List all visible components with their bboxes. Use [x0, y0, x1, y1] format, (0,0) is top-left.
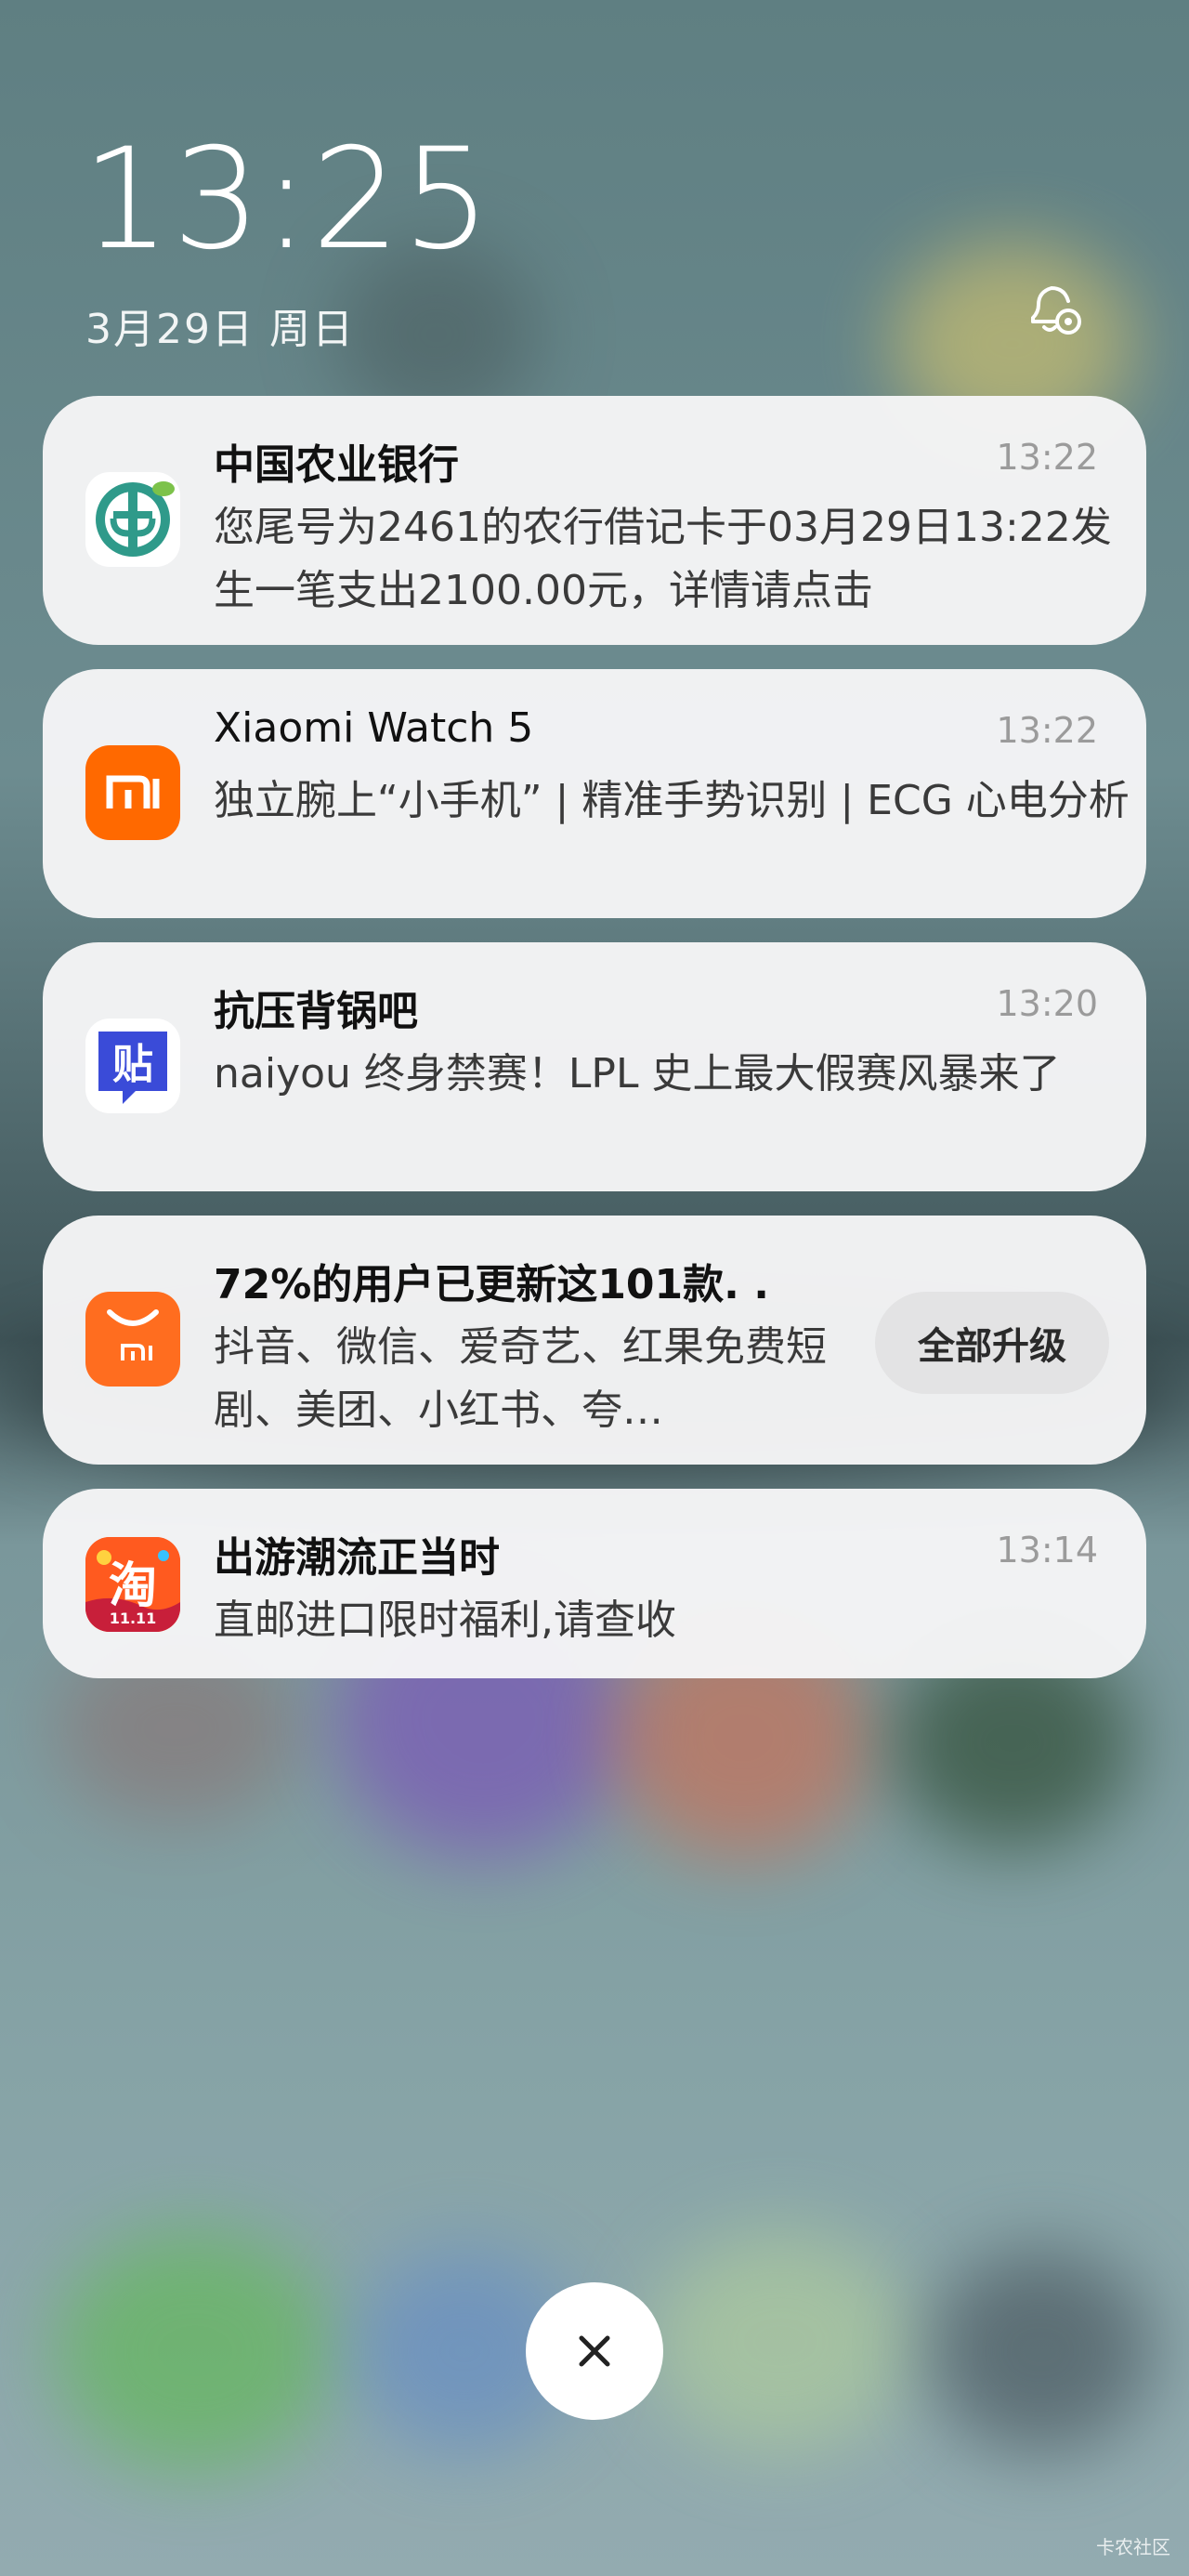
clock-date: 3月29日 周日: [85, 306, 355, 353]
taobao-icon-caption: 11.11: [109, 1610, 157, 1627]
clear-notifications-button[interactable]: [526, 2282, 663, 2420]
notification-card-tieba[interactable]: 贴 抗压背锅吧 13:20 naiyou 终身禁赛！LPL 史上最大假赛风暴来了: [43, 942, 1146, 1191]
notification-card-xiaomi-watch[interactable]: Xiaomi Watch 5 13:22 独立腕上“小手机” | 精准手势识别 …: [43, 669, 1146, 918]
notification-time: 13:14: [996, 1530, 1098, 1571]
notification-title: 出游潮流正当时: [214, 1534, 500, 1582]
notification-body: 独立腕上“小手机” | 精准手势识别 | ECG 心电分析: [214, 777, 1130, 824]
notification-time: 13:22: [996, 710, 1098, 751]
upgrade-all-button[interactable]: 全部升级: [875, 1292, 1109, 1394]
notification-title: 抗压背锅吧: [214, 988, 418, 1035]
notification-title: Xiaomi Watch 5: [214, 704, 534, 752]
watermark: 卡农社区: [1096, 2536, 1170, 2558]
notification-title: 中国农业银行: [214, 441, 459, 489]
notification-card-taobao[interactable]: 淘 11.11 出游潮流正当时 13:14 直邮进口限时福利,请查收: [43, 1489, 1146, 1678]
svg-text:贴: 贴: [112, 1041, 153, 1088]
notification-card-abc[interactable]: 中国农业银行 13:22 您尾号为2461的农行借记卡于03月29日13:22发…: [43, 396, 1146, 645]
notification-body: 抖音、微信、爱奇艺、红果免费短剧、美团、小红书、夸…: [214, 1323, 827, 1434]
notification-body: 直邮进口限时福利,请查收: [214, 1597, 676, 1644]
close-icon: [579, 2335, 610, 2367]
notification-card-app-store[interactable]: 72%的用户已更新这101款. . 抖音、微信、爱奇艺、红果免费短剧、美团、小红…: [43, 1216, 1146, 1465]
bell-settings-icon[interactable]: [1022, 275, 1089, 342]
clock-time: 13:25: [82, 119, 493, 281]
notification-body: naiyou 终身禁赛！LPL 史上最大假赛风暴来了: [214, 1050, 1061, 1097]
mi-icon: [85, 745, 180, 840]
notification-time: 13:20: [996, 983, 1098, 1024]
abc-bank-icon: [85, 472, 180, 567]
taobao-icon: 淘 11.11: [85, 1537, 180, 1632]
taobao-icon-char: 淘: [108, 1558, 157, 1614]
mi-store-icon: [85, 1292, 180, 1387]
notification-body: 您尾号为2461的农行借记卡于03月29日13:22发生一笔支出2100.00元…: [214, 504, 1112, 614]
tieba-icon: 贴: [85, 1019, 180, 1113]
notification-title: 72%的用户已更新这101款. .: [214, 1261, 769, 1308]
notification-time: 13:22: [996, 437, 1098, 478]
